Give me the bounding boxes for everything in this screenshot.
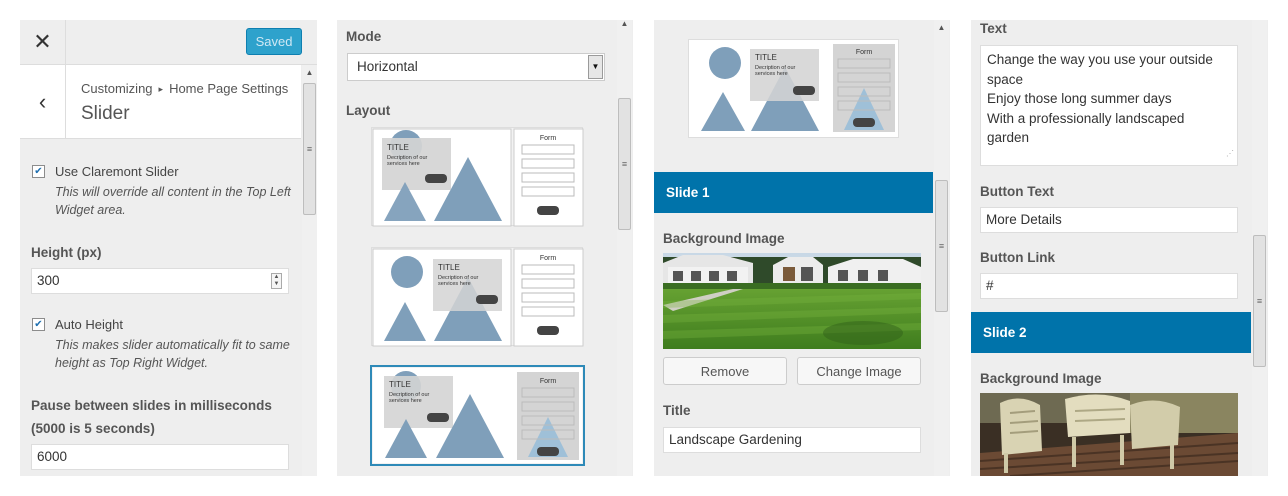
thumb-form: Form	[540, 255, 557, 262]
auto-height-label: Auto Height	[55, 317, 123, 332]
layout-scrollbar[interactable]: ▲ ≡	[617, 20, 632, 476]
pause-label-line2: (5000 is 5 seconds)	[31, 421, 155, 436]
height-value: 300	[37, 273, 60, 288]
slides-scrollbar[interactable]: ▲ ≡	[934, 20, 949, 476]
slide2-background-image	[980, 393, 1238, 476]
layout-option-2[interactable]: TITLE Decription of our services here Fo…	[371, 247, 584, 347]
button-text-label: Button Text	[980, 184, 1054, 199]
slide2-bg-label: Background Image	[980, 371, 1102, 386]
thumb-desc-2: services here	[438, 281, 471, 287]
grip-icon: ≡	[306, 144, 313, 154]
scrollbar-thumb[interactable]: ≡	[303, 83, 316, 215]
text-textarea[interactable]: Change the way you use your outside spac…	[980, 45, 1238, 166]
button-link-input[interactable]: #	[980, 273, 1238, 299]
thumb-form: Form	[540, 135, 557, 142]
thumb-title: TITLE	[438, 263, 460, 272]
layout-3-thumbnail: TITLE Decription of our services here Fo…	[373, 368, 582, 463]
title-input[interactable]: Landscape Gardening	[663, 427, 921, 453]
height-label: Height (px)	[31, 245, 102, 260]
mode-select[interactable]: Horizontal ▼	[347, 53, 605, 81]
chevron-down-icon[interactable]: ▼	[588, 55, 603, 79]
slide2-header[interactable]: Slide 2	[971, 312, 1251, 353]
slide-text-panel: Text Change the way you use your outside…	[971, 20, 1268, 476]
layout-1-thumbnail: TITLE Decription of our services here Fo…	[372, 128, 584, 227]
text-line-1: Change the way you use your outside	[987, 52, 1213, 67]
slide1-panel: TITLE Decription of our services here Fo…	[654, 20, 950, 476]
button-text-input[interactable]: More Details	[980, 207, 1238, 233]
grip-icon: ≡	[621, 159, 628, 169]
layout-preview-thumbnail: TITLE Decription of our services here Fo…	[689, 40, 898, 137]
mode-label: Mode	[346, 29, 382, 44]
scroll-up-arrow-icon[interactable]: ▲	[934, 23, 949, 32]
auto-height-description: This makes slider automatically fit to s…	[55, 338, 290, 370]
text-label: Text	[980, 21, 1007, 36]
breadcrumb-root: Customizing	[81, 81, 153, 96]
remove-button[interactable]: Remove	[663, 357, 787, 385]
scrollbar-thumb[interactable]: ≡	[935, 180, 948, 312]
layout-label: Layout	[346, 103, 391, 118]
text-line-5: garden	[987, 130, 1030, 145]
spinner-icon[interactable]: ▲ ▼	[271, 273, 282, 289]
scrollbar-thumb[interactable]: ≡	[618, 98, 631, 230]
thumb-desc-2: services here	[755, 71, 788, 77]
layout-option-1[interactable]: TITLE Decription of our services here Fo…	[371, 127, 584, 227]
layout-preview: TITLE Decription of our services here Fo…	[688, 39, 899, 138]
house-lawn-photo	[663, 253, 921, 349]
back-arrow-icon[interactable]: ‹	[20, 65, 66, 138]
text-line-3: Enjoy those long summer days	[987, 91, 1172, 106]
text-line-4: With a professionally landscaped	[987, 110, 1185, 126]
slide1-header[interactable]: Slide 1	[654, 172, 933, 213]
section-title: Slider	[81, 103, 130, 124]
settings-scrollbar[interactable]: ▲ ≡	[302, 65, 317, 476]
use-slider-description: This will override all content in the To…	[55, 185, 291, 217]
resize-handle-icon[interactable]: ⋰	[1226, 144, 1234, 164]
layout-panel: Mode Horizontal ▼ Layout TITLE Decriptio…	[337, 20, 633, 476]
scrollbar-thumb[interactable]: ≡	[1253, 235, 1266, 367]
thumb-desc-2: services here	[387, 161, 420, 167]
thumb-form: Form	[856, 49, 873, 56]
grip-icon: ≡	[938, 241, 945, 251]
use-slider-label: Use Claremont Slider	[55, 164, 179, 179]
thumb-title: TITLE	[389, 380, 411, 389]
pause-input[interactable]: 6000	[31, 444, 289, 470]
section-header: ‹ Customizing ▸ Home Page Settings Slider	[20, 65, 301, 139]
use-slider-checkbox[interactable]: ✔	[32, 165, 45, 178]
scroll-up-arrow-icon[interactable]: ▲	[302, 68, 317, 77]
slide1-background-image	[663, 253, 921, 349]
thumb-form: Form	[540, 378, 557, 385]
customizer-topbar: ✕ Saved	[20, 20, 317, 65]
text-line-2: space	[987, 71, 1024, 87]
breadcrumb: Customizing ▸ Home Page Settings	[81, 81, 288, 96]
mode-value: Horizontal	[357, 59, 418, 74]
button-link-label: Button Link	[980, 250, 1055, 265]
close-icon[interactable]: ✕	[20, 20, 66, 64]
grip-icon: ≡	[1256, 296, 1263, 306]
change-image-button[interactable]: Change Image	[797, 357, 921, 385]
thumb-desc-2: services here	[389, 398, 422, 404]
thumb-title: TITLE	[755, 53, 777, 62]
triangle-right-icon: ▸	[158, 84, 164, 94]
pause-label-line1: Pause between slides in milliseconds	[31, 398, 272, 413]
thumb-title: TITLE	[387, 143, 409, 152]
layout-option-3[interactable]: TITLE Decription of our services here Fo…	[370, 365, 585, 466]
height-input[interactable]: 300 ▲ ▼	[31, 268, 289, 294]
slide-text-scrollbar[interactable]: ≡	[1252, 20, 1267, 476]
auto-height-checkbox[interactable]: ✔	[32, 318, 45, 331]
saved-button[interactable]: Saved	[246, 28, 302, 55]
layout-2-thumbnail: TITLE Decription of our services here Fo…	[372, 248, 584, 347]
patio-chairs-photo	[980, 393, 1238, 476]
slide1-bg-label: Background Image	[663, 231, 785, 246]
title-label: Title	[663, 403, 691, 418]
customizer-settings-panel: ✕ Saved ‹ Customizing ▸ Home Page Settings…	[20, 20, 317, 476]
scroll-up-arrow-icon[interactable]: ▲	[617, 20, 632, 28]
breadcrumb-parent: Home Page Settings	[169, 81, 289, 96]
